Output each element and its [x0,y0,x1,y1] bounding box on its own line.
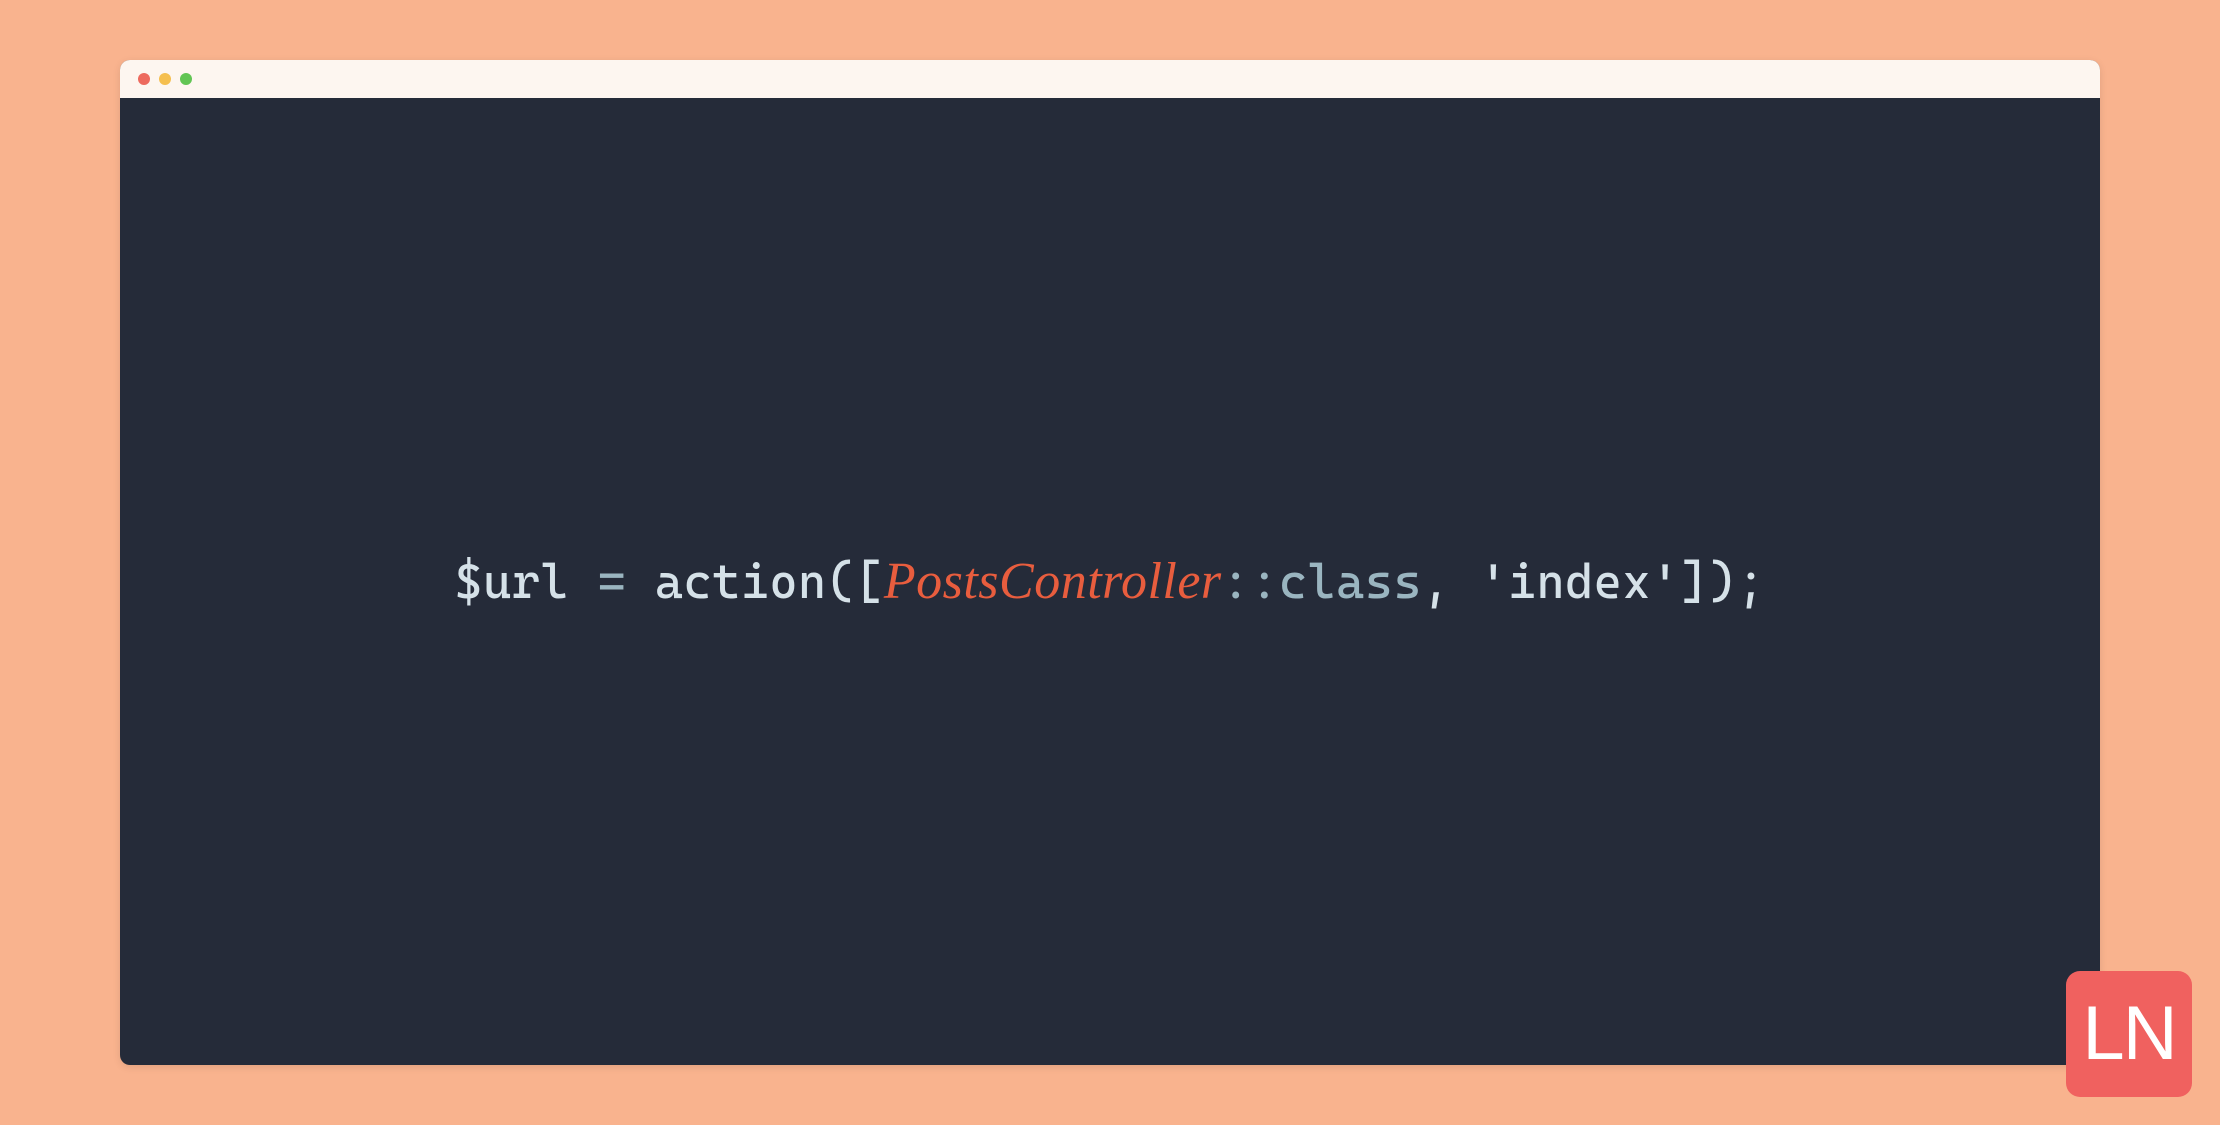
code-function: action [655,554,827,610]
maximize-icon[interactable] [180,73,192,85]
code-window: $url = action([PostsController::class, '… [120,60,2100,1065]
code-assign: = [569,554,655,610]
close-icon[interactable] [138,73,150,85]
code-line: $url = action([PostsController::class, '… [454,552,1765,611]
code-open-paren: ([ [827,554,884,610]
code-comma: , [1422,554,1479,610]
logo-badge: LN [2066,971,2192,1097]
code-editor: $url = action([PostsController::class, '… [120,98,2100,1065]
code-classname: PostsController [884,553,1222,610]
logo-text: LN [2082,996,2175,1072]
window-titlebar [120,60,2100,98]
code-string: 'index' [1479,554,1679,610]
minimize-icon[interactable] [159,73,171,85]
code-scope-op: :: [1222,554,1279,610]
code-class-keyword: class [1279,554,1422,610]
code-close-paren: ]); [1680,554,1766,610]
code-variable: $url [454,554,569,610]
